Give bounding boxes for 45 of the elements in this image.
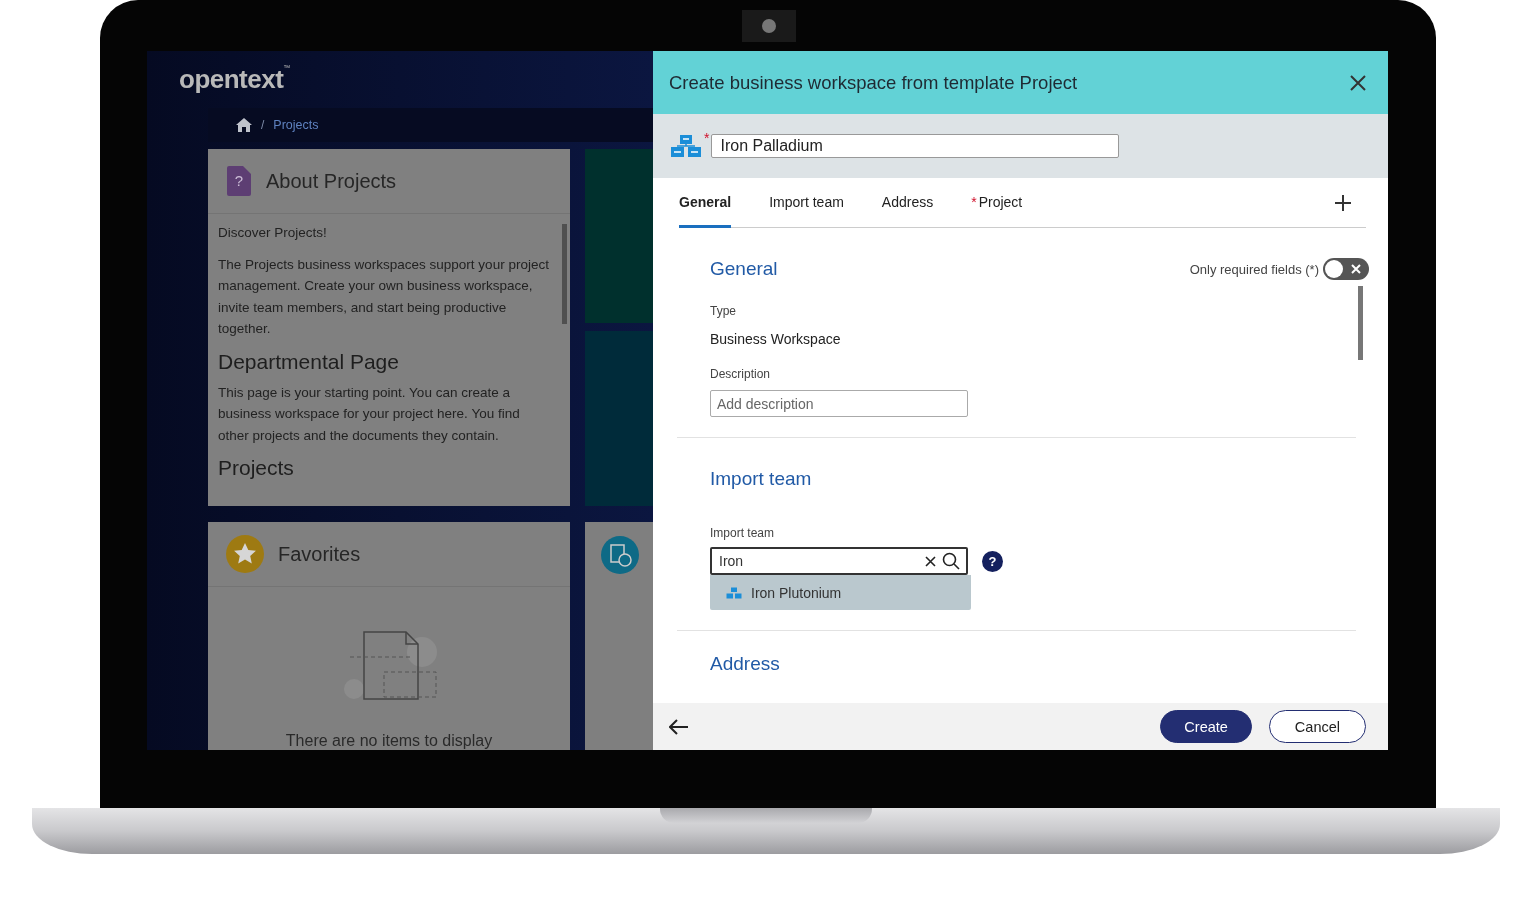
workspace-icon bbox=[726, 586, 742, 599]
help-document-icon: ? bbox=[226, 165, 252, 197]
field-label: Type bbox=[710, 304, 736, 318]
breadcrumb-link[interactable]: Projects bbox=[273, 118, 319, 133]
clear-icon[interactable] bbox=[925, 555, 936, 567]
tab[interactable]: *Project bbox=[971, 178, 1023, 228]
section-heading: Departmental Page bbox=[218, 349, 400, 374]
dialog-title: Create business workspace from template Project bbox=[669, 71, 1078, 94]
section-heading: Projects bbox=[218, 456, 295, 480]
scrollbar[interactable] bbox=[1358, 286, 1363, 360]
section-heading: Address bbox=[710, 653, 780, 675]
name-field[interactable]: Iron Palladium bbox=[711, 134, 1120, 158]
cross-icon bbox=[1351, 264, 1361, 274]
close-icon[interactable] bbox=[1349, 73, 1367, 92]
paragraph: The Projects business workspaces support your project management. Create your own business workspace, invite team members, and start being productive together. bbox=[218, 255, 550, 338]
cancel-button[interactable]: Cancel bbox=[1268, 710, 1366, 743]
required-marker: * bbox=[704, 130, 710, 146]
camera-icon bbox=[742, 10, 796, 42]
paragraph: This page is your starting point. You can create a business workspace for your project here. You find other projects and the documents they contain. bbox=[218, 383, 521, 445]
create-button[interactable]: Create bbox=[1160, 710, 1252, 743]
tab[interactable]: General bbox=[679, 178, 732, 228]
toggle-label: Only required fields (*) bbox=[1189, 261, 1319, 277]
breadcrumb-separator: / bbox=[261, 118, 265, 133]
help-icon[interactable]: ? bbox=[982, 550, 1003, 572]
description-field[interactable]: Add description bbox=[710, 390, 968, 417]
add-icon[interactable] bbox=[1334, 193, 1352, 212]
card-title: About Projects bbox=[266, 169, 397, 193]
back-arrow-icon[interactable] bbox=[669, 718, 689, 735]
section-heading: Import team bbox=[710, 468, 812, 490]
section-heading: General bbox=[710, 258, 778, 280]
tab[interactable]: Address bbox=[881, 178, 934, 228]
search-icon[interactable] bbox=[942, 552, 960, 570]
logo: opentext$^{™}$ bbox=[179, 64, 290, 96]
field-label: Description bbox=[710, 367, 771, 381]
field-value: Business Workspace bbox=[710, 331, 841, 347]
field-label: Import team bbox=[710, 526, 775, 540]
toggle-switch[interactable] bbox=[1323, 258, 1369, 280]
suggestion-item[interactable]: Iron Plutonium bbox=[710, 575, 971, 610]
home-icon[interactable] bbox=[236, 118, 252, 133]
team-search-field[interactable]: Iron bbox=[710, 547, 968, 575]
paragraph: Discover Projects! bbox=[218, 224, 328, 242]
card-title: Favorites bbox=[278, 542, 361, 566]
empty-message: There are no items to display bbox=[285, 732, 493, 750]
tab[interactable]: Import team bbox=[769, 178, 844, 228]
workspace-icon bbox=[670, 134, 702, 158]
